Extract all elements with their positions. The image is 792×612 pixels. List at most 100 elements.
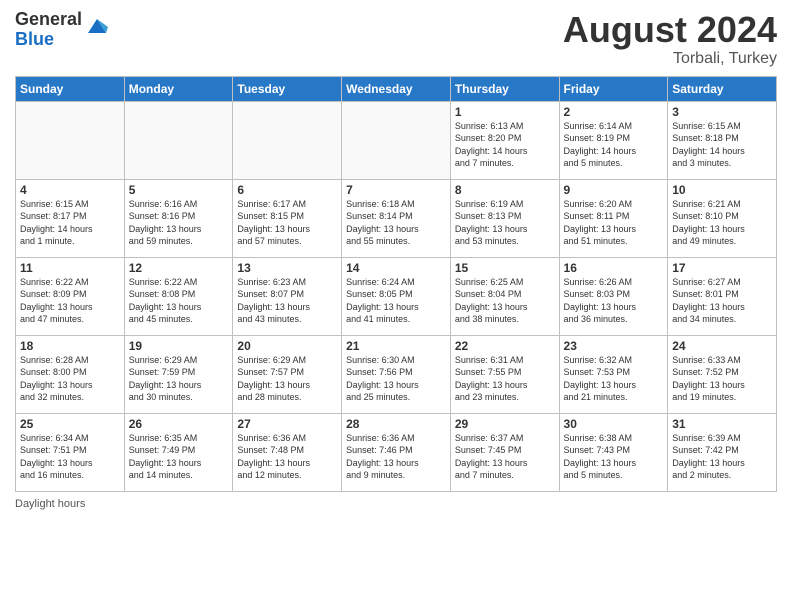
calendar-cell: 31Sunrise: 6:39 AM Sunset: 7:42 PM Dayli… <box>668 413 777 491</box>
day-number: 31 <box>672 417 772 431</box>
day-info: Sunrise: 6:22 AM Sunset: 8:08 PM Dayligh… <box>129 276 229 326</box>
day-info: Sunrise: 6:18 AM Sunset: 8:14 PM Dayligh… <box>346 198 446 248</box>
day-info: Sunrise: 6:27 AM Sunset: 8:01 PM Dayligh… <box>672 276 772 326</box>
day-info: Sunrise: 6:32 AM Sunset: 7:53 PM Dayligh… <box>564 354 664 404</box>
week-row-0: 1Sunrise: 6:13 AM Sunset: 8:20 PM Daylig… <box>16 101 777 179</box>
header-row: SundayMondayTuesdayWednesdayThursdayFrid… <box>16 76 777 101</box>
day-info: Sunrise: 6:24 AM Sunset: 8:05 PM Dayligh… <box>346 276 446 326</box>
day-info: Sunrise: 6:38 AM Sunset: 7:43 PM Dayligh… <box>564 432 664 482</box>
day-number: 15 <box>455 261 555 275</box>
week-row-1: 4Sunrise: 6:15 AM Sunset: 8:17 PM Daylig… <box>16 179 777 257</box>
header-day-monday: Monday <box>124 76 233 101</box>
calendar-cell: 27Sunrise: 6:36 AM Sunset: 7:48 PM Dayli… <box>233 413 342 491</box>
calendar-cell: 14Sunrise: 6:24 AM Sunset: 8:05 PM Dayli… <box>342 257 451 335</box>
day-info: Sunrise: 6:28 AM Sunset: 8:00 PM Dayligh… <box>20 354 120 404</box>
day-number: 14 <box>346 261 446 275</box>
week-row-2: 11Sunrise: 6:22 AM Sunset: 8:09 PM Dayli… <box>16 257 777 335</box>
day-info: Sunrise: 6:37 AM Sunset: 7:45 PM Dayligh… <box>455 432 555 482</box>
day-number: 6 <box>237 183 337 197</box>
title-block: August 2024 Torbali, Turkey <box>563 10 777 68</box>
day-number: 11 <box>20 261 120 275</box>
day-info: Sunrise: 6:25 AM Sunset: 8:04 PM Dayligh… <box>455 276 555 326</box>
day-number: 3 <box>672 105 772 119</box>
week-row-3: 18Sunrise: 6:28 AM Sunset: 8:00 PM Dayli… <box>16 335 777 413</box>
day-info: Sunrise: 6:22 AM Sunset: 8:09 PM Dayligh… <box>20 276 120 326</box>
day-info: Sunrise: 6:31 AM Sunset: 7:55 PM Dayligh… <box>455 354 555 404</box>
day-number: 21 <box>346 339 446 353</box>
calendar-cell: 7Sunrise: 6:18 AM Sunset: 8:14 PM Daylig… <box>342 179 451 257</box>
day-number: 17 <box>672 261 772 275</box>
day-info: Sunrise: 6:36 AM Sunset: 7:46 PM Dayligh… <box>346 432 446 482</box>
day-number: 7 <box>346 183 446 197</box>
day-info: Sunrise: 6:26 AM Sunset: 8:03 PM Dayligh… <box>564 276 664 326</box>
calendar-cell: 3Sunrise: 6:15 AM Sunset: 8:18 PM Daylig… <box>668 101 777 179</box>
logo-text: General Blue <box>15 10 82 50</box>
week-row-4: 25Sunrise: 6:34 AM Sunset: 7:51 PM Dayli… <box>16 413 777 491</box>
logo-blue: Blue <box>15 30 82 50</box>
header-day-saturday: Saturday <box>668 76 777 101</box>
day-info: Sunrise: 6:20 AM Sunset: 8:11 PM Dayligh… <box>564 198 664 248</box>
page: General Blue August 2024 Torbali, Turkey… <box>0 0 792 612</box>
calendar-cell: 12Sunrise: 6:22 AM Sunset: 8:08 PM Dayli… <box>124 257 233 335</box>
day-number: 19 <box>129 339 229 353</box>
day-number: 30 <box>564 417 664 431</box>
day-number: 4 <box>20 183 120 197</box>
day-info: Sunrise: 6:30 AM Sunset: 7:56 PM Dayligh… <box>346 354 446 404</box>
day-number: 25 <box>20 417 120 431</box>
calendar-cell <box>233 101 342 179</box>
day-number: 12 <box>129 261 229 275</box>
logo: General Blue <box>15 10 108 50</box>
day-number: 9 <box>564 183 664 197</box>
calendar-cell: 26Sunrise: 6:35 AM Sunset: 7:49 PM Dayli… <box>124 413 233 491</box>
location: Torbali, Turkey <box>563 50 777 68</box>
calendar-cell: 24Sunrise: 6:33 AM Sunset: 7:52 PM Dayli… <box>668 335 777 413</box>
day-number: 26 <box>129 417 229 431</box>
day-number: 28 <box>346 417 446 431</box>
logo-general: General <box>15 10 82 30</box>
day-info: Sunrise: 6:39 AM Sunset: 7:42 PM Dayligh… <box>672 432 772 482</box>
day-info: Sunrise: 6:29 AM Sunset: 7:59 PM Dayligh… <box>129 354 229 404</box>
header: General Blue August 2024 Torbali, Turkey <box>15 10 777 68</box>
day-number: 23 <box>564 339 664 353</box>
day-number: 10 <box>672 183 772 197</box>
day-info: Sunrise: 6:33 AM Sunset: 7:52 PM Dayligh… <box>672 354 772 404</box>
logo-icon <box>86 15 108 37</box>
day-number: 22 <box>455 339 555 353</box>
calendar-cell: 25Sunrise: 6:34 AM Sunset: 7:51 PM Dayli… <box>16 413 125 491</box>
footer: Daylight hours <box>15 498 777 510</box>
calendar-cell: 4Sunrise: 6:15 AM Sunset: 8:17 PM Daylig… <box>16 179 125 257</box>
header-day-friday: Friday <box>559 76 668 101</box>
calendar-cell: 6Sunrise: 6:17 AM Sunset: 8:15 PM Daylig… <box>233 179 342 257</box>
calendar-cell: 23Sunrise: 6:32 AM Sunset: 7:53 PM Dayli… <box>559 335 668 413</box>
header-day-sunday: Sunday <box>16 76 125 101</box>
day-info: Sunrise: 6:36 AM Sunset: 7:48 PM Dayligh… <box>237 432 337 482</box>
calendar-cell: 10Sunrise: 6:21 AM Sunset: 8:10 PM Dayli… <box>668 179 777 257</box>
header-day-thursday: Thursday <box>450 76 559 101</box>
calendar-cell: 29Sunrise: 6:37 AM Sunset: 7:45 PM Dayli… <box>450 413 559 491</box>
day-number: 24 <box>672 339 772 353</box>
calendar-cell: 17Sunrise: 6:27 AM Sunset: 8:01 PM Dayli… <box>668 257 777 335</box>
calendar-cell: 13Sunrise: 6:23 AM Sunset: 8:07 PM Dayli… <box>233 257 342 335</box>
calendar-cell: 22Sunrise: 6:31 AM Sunset: 7:55 PM Dayli… <box>450 335 559 413</box>
day-number: 27 <box>237 417 337 431</box>
calendar-cell: 18Sunrise: 6:28 AM Sunset: 8:00 PM Dayli… <box>16 335 125 413</box>
day-number: 16 <box>564 261 664 275</box>
calendar-cell: 8Sunrise: 6:19 AM Sunset: 8:13 PM Daylig… <box>450 179 559 257</box>
daylight-hours-label: Daylight hours <box>15 498 85 510</box>
day-number: 13 <box>237 261 337 275</box>
day-number: 5 <box>129 183 229 197</box>
header-day-tuesday: Tuesday <box>233 76 342 101</box>
day-info: Sunrise: 6:15 AM Sunset: 8:18 PM Dayligh… <box>672 120 772 170</box>
month-year: August 2024 <box>563 10 777 50</box>
calendar-cell: 20Sunrise: 6:29 AM Sunset: 7:57 PM Dayli… <box>233 335 342 413</box>
day-info: Sunrise: 6:14 AM Sunset: 8:19 PM Dayligh… <box>564 120 664 170</box>
calendar-cell: 1Sunrise: 6:13 AM Sunset: 8:20 PM Daylig… <box>450 101 559 179</box>
calendar-cell <box>342 101 451 179</box>
calendar-cell <box>16 101 125 179</box>
calendar-cell: 21Sunrise: 6:30 AM Sunset: 7:56 PM Dayli… <box>342 335 451 413</box>
day-info: Sunrise: 6:29 AM Sunset: 7:57 PM Dayligh… <box>237 354 337 404</box>
day-info: Sunrise: 6:19 AM Sunset: 8:13 PM Dayligh… <box>455 198 555 248</box>
day-info: Sunrise: 6:15 AM Sunset: 8:17 PM Dayligh… <box>20 198 120 248</box>
calendar-table: SundayMondayTuesdayWednesdayThursdayFrid… <box>15 76 777 492</box>
calendar-cell: 30Sunrise: 6:38 AM Sunset: 7:43 PM Dayli… <box>559 413 668 491</box>
